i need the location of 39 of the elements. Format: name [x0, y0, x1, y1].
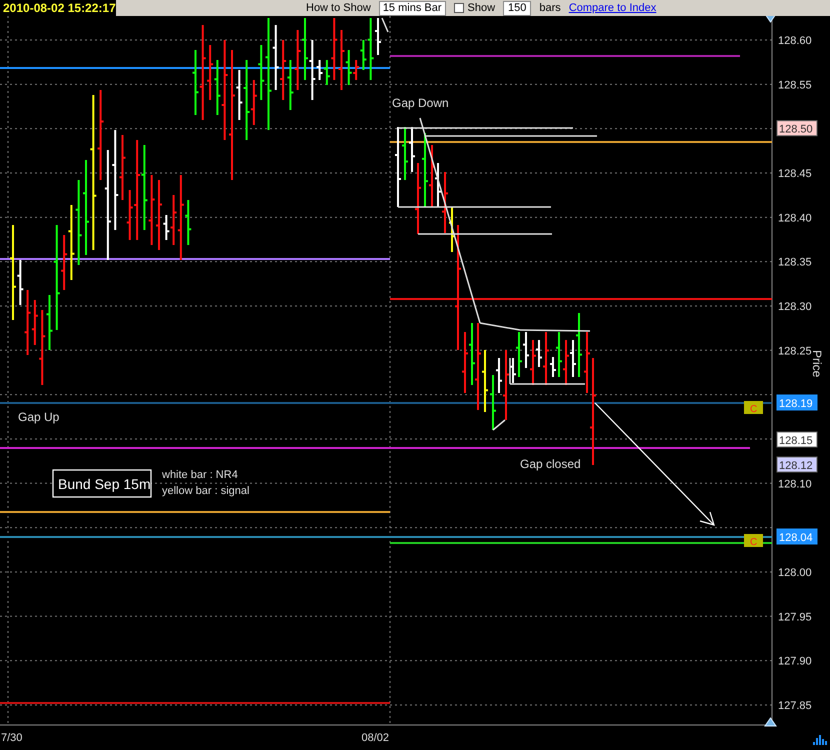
legend-title: Bund Sep 15m: [52, 469, 152, 498]
legend-text: yellow bar : signal: [162, 485, 250, 497]
price-tick-label: 128.40: [778, 212, 812, 224]
show-checkbox[interactable]: [454, 3, 464, 13]
trend-line: [381, 18, 389, 32]
price-tag: 128.50: [776, 120, 818, 136]
price-tag: 128.12: [776, 456, 818, 472]
price-tick-label: 128.30: [778, 300, 812, 313]
trend-line: [492, 419, 506, 431]
interval-dropdown[interactable]: 15 mins Bar: [378, 0, 446, 16]
price-tick-label: 128.35: [778, 256, 812, 269]
time-axis-label: 08/02: [361, 732, 389, 744]
compare-link[interactable]: Compare to Index: [568, 0, 656, 16]
show-label: Show: [468, 1, 496, 16]
price-tick-label: 128.25: [778, 345, 812, 358]
close-marker: C: [744, 401, 763, 415]
axis-title: Price: [810, 350, 824, 378]
chart-annotation: Gap Up: [18, 410, 60, 424]
price-tag: 128.15: [776, 432, 818, 448]
price-tick-label: 127.85: [778, 700, 812, 712]
chart-annotation: Gap closed: [520, 457, 581, 471]
price-tick-label: 127.95: [778, 611, 812, 624]
time-axis-label: 7/30: [1, 732, 22, 744]
price-tag: 128.04: [776, 528, 818, 544]
chart-annotation: Gap Down: [392, 96, 449, 110]
price-tick-label: 128.60: [778, 35, 812, 47]
bar-chart-icon: [813, 735, 827, 745]
price-tick-label: 128.00: [778, 566, 812, 579]
scroll-handle-icon: [764, 717, 777, 726]
price-tick-label: 128.55: [778, 79, 812, 92]
legend-text: white bar : NR4: [162, 469, 238, 481]
close-marker: C: [744, 534, 763, 548]
price-tick-label: 128.10: [778, 478, 812, 490]
price-tick-label: 128.45: [778, 168, 812, 180]
bar-count-field[interactable]: 150: [503, 0, 532, 16]
price-tag: 128.19: [776, 394, 818, 410]
bars-label: bars: [539, 1, 561, 16]
price-tick-label: 127.90: [778, 656, 812, 668]
show-mode-label: How to Show: [306, 1, 371, 16]
